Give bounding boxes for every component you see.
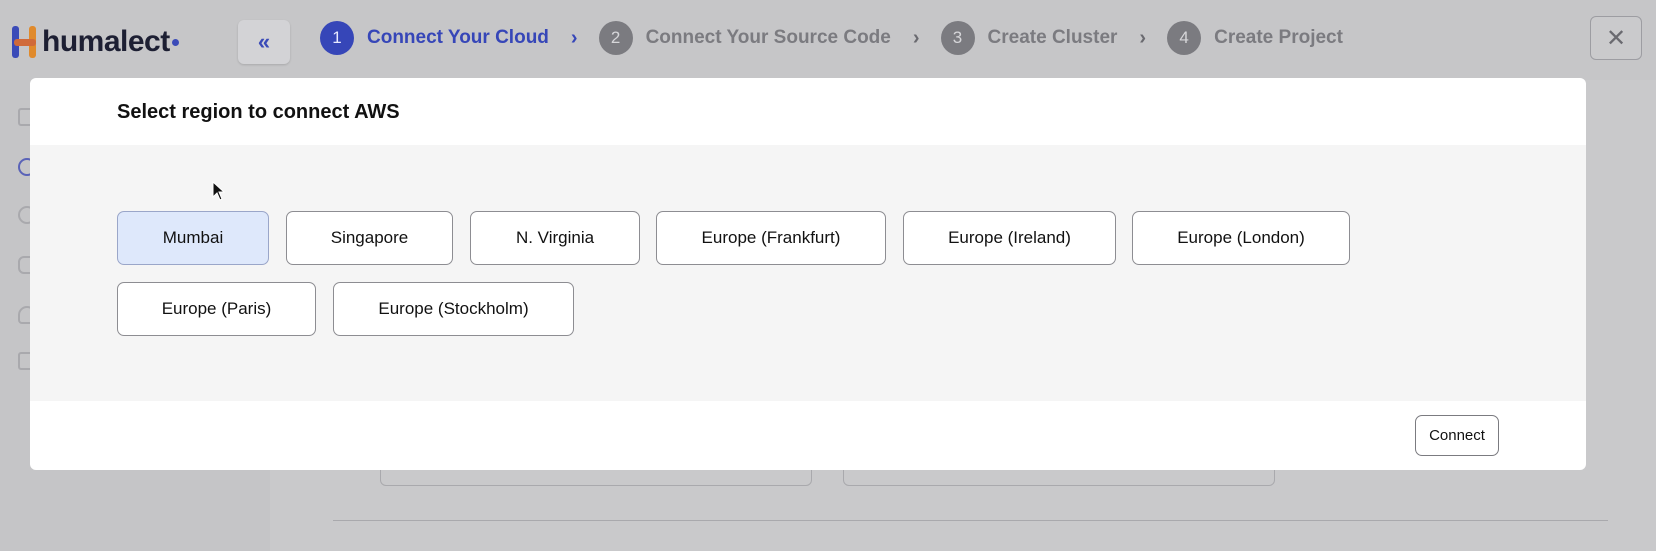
step-number: 3 [940,21,975,55]
top-bar: humalect « 1 Connect Your Cloud › 2 Conn… [0,0,1656,80]
step-label: Connect Your Source Code [645,27,891,48]
modal-body: Mumbai Singapore N. Virginia Europe (Fra… [30,145,1586,401]
step-create-cluster[interactable]: 3 Create Cluster [940,21,1118,55]
region-option-europe-ireland[interactable]: Europe (Ireland) [903,211,1116,265]
step-number: 1 [320,21,354,55]
connect-button[interactable]: Connect [1415,415,1499,456]
stepper: 1 Connect Your Cloud › 2 Connect Your So… [320,20,1343,56]
step-connect-cloud[interactable]: 1 Connect Your Cloud [320,21,549,55]
mouse-cursor-icon [212,181,226,201]
region-option-europe-paris[interactable]: Europe (Paris) [117,282,316,336]
chevron-right-icon: › [570,26,578,49]
region-option-europe-london[interactable]: Europe (London) [1132,211,1350,265]
brand-logo[interactable]: humalect [10,24,179,60]
brand-name: humalect [42,25,170,58]
chevron-right-icon: › [912,26,920,49]
region-option-mumbai[interactable]: Mumbai [117,211,269,265]
step-label: Connect Your Cloud [367,27,549,48]
step-number: 2 [598,21,633,55]
chevron-right-icon: › [1139,26,1147,49]
region-option-singapore[interactable]: Singapore [286,211,453,265]
step-label: Create Cluster [987,27,1118,48]
step-create-project[interactable]: 4 Create Project [1167,21,1343,55]
region-option-n-virginia[interactable]: N. Virginia [470,211,640,265]
region-option-europe-stockholm[interactable]: Europe (Stockholm) [333,282,574,336]
region-modal: Select region to connect AWS Mumbai Sing… [30,78,1586,470]
close-button[interactable]: ✕ [1590,16,1642,60]
close-icon: ✕ [1605,24,1627,52]
step-number: 4 [1167,21,1202,55]
step-label: Create Project [1214,27,1343,48]
step-connect-source-code[interactable]: 2 Connect Your Source Code [598,21,891,55]
humalect-logo-icon [10,24,40,60]
collapse-sidebar-button[interactable]: « [238,20,290,64]
divider [333,520,1608,521]
brand-dot [171,38,179,46]
double-chevron-left-icon: « [257,29,271,54]
region-option-europe-frankfurt[interactable]: Europe (Frankfurt) [656,211,886,265]
modal-title: Select region to connect AWS [117,101,400,123]
